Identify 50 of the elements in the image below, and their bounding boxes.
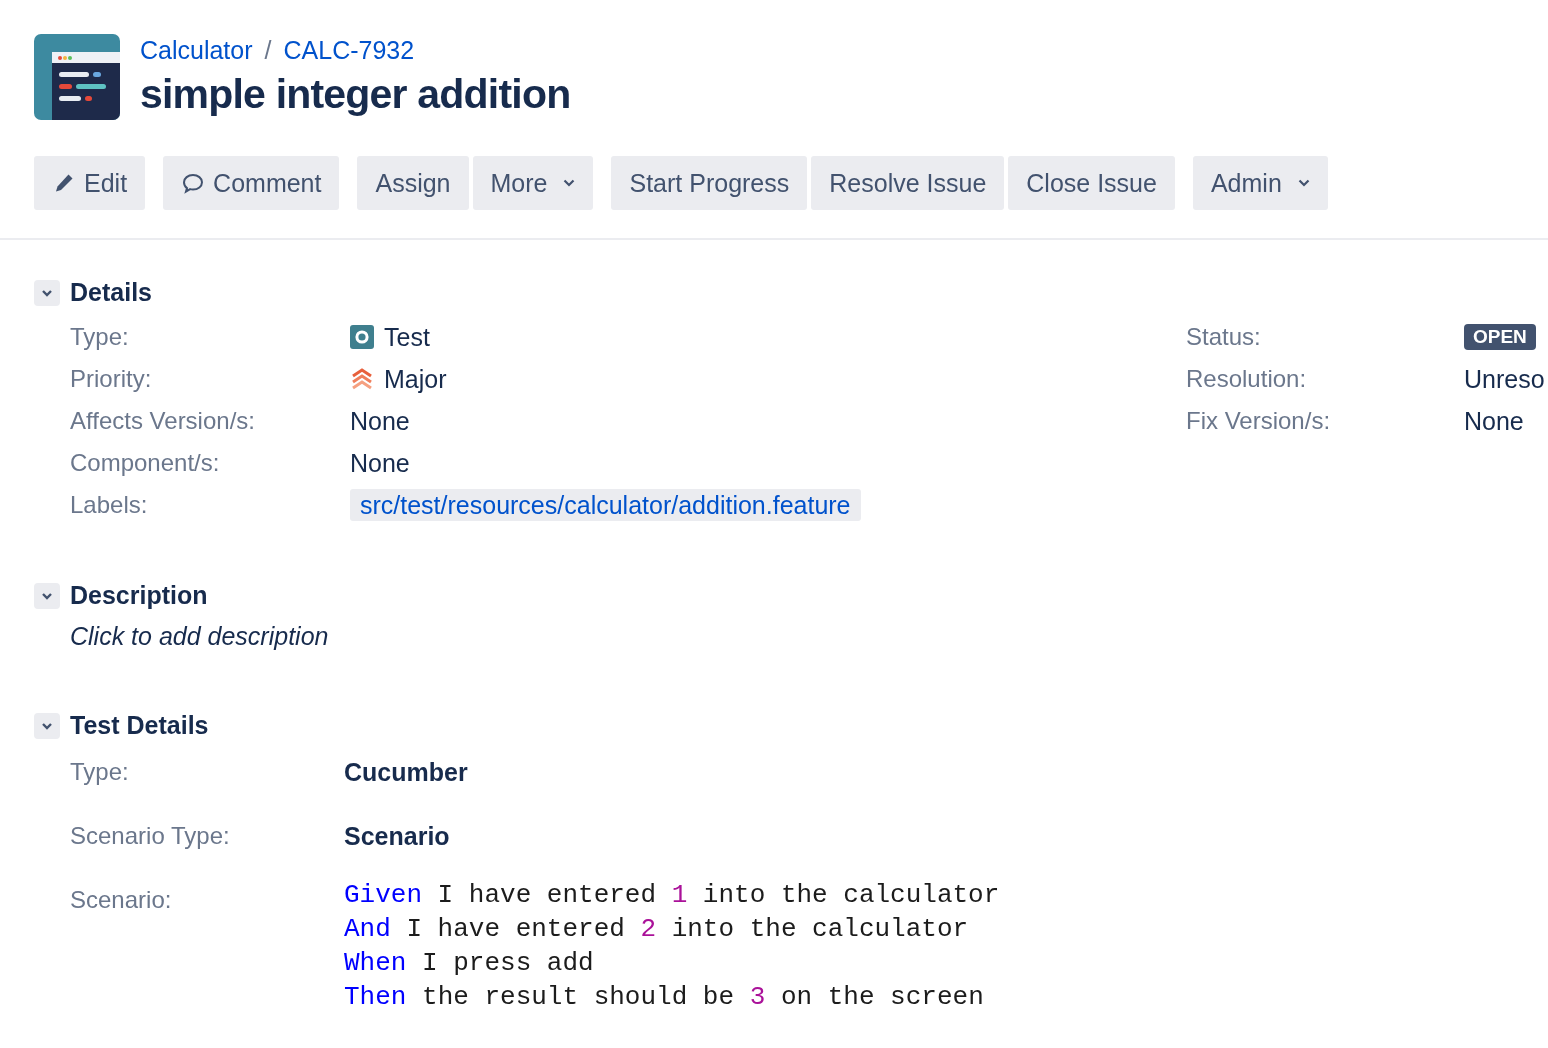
section-toggle[interactable] (34, 582, 60, 609)
section-toggle[interactable] (34, 279, 60, 306)
dropdown-button[interactable]: More (472, 156, 594, 210)
field-label: Component/s: (70, 448, 221, 478)
field-value: Major (384, 364, 447, 395)
field-label: Scenario Type: (70, 821, 231, 851)
breadcrumb-separator: / (264, 36, 272, 65)
field-value: None (1464, 406, 1524, 437)
priority-chevrons-icon (350, 367, 374, 391)
breadcrumb-link[interactable]: CALC-7932 (283, 36, 415, 65)
project-logo-icon (34, 34, 120, 120)
label-tag[interactable]: src/test/resources/calculator/addition.feature (350, 489, 861, 521)
field-value: None (350, 406, 410, 437)
field-label: Labels: (70, 490, 149, 520)
field-label: Type: (70, 757, 130, 787)
toolbar-button[interactable]: Edit (34, 156, 146, 210)
field-value: Scenario (344, 821, 451, 852)
comment-icon (181, 171, 206, 195)
section-toggle[interactable] (34, 712, 60, 739)
caret-icon (1297, 179, 1310, 187)
code-line: Then the result should be 3 on the screen (344, 981, 985, 1014)
field-value: None (350, 448, 410, 479)
section-heading: Details (70, 278, 152, 307)
toolbar-button[interactable]: Comment (163, 156, 340, 210)
section-heading: Test Details (70, 711, 209, 740)
test-type-icon (350, 325, 374, 349)
section-heading: Description (70, 581, 208, 610)
caret-icon (563, 179, 576, 187)
description-placeholder[interactable]: Click to add description (34, 622, 1514, 651)
field-label: Fix Version/s: (1186, 406, 1332, 436)
toolbar-button[interactable]: Start Progress (611, 156, 808, 210)
code-line: And I have entered 2 into the calculator (344, 913, 970, 946)
field-label: Affects Version/s: (70, 406, 256, 436)
code-line: When I press add (344, 947, 595, 980)
field-label: Priority: (70, 364, 153, 394)
field-label: Scenario: (70, 885, 173, 915)
field-value: Unreso (1464, 364, 1545, 395)
field-value: Test (384, 322, 430, 353)
toolbar-button[interactable]: Resolve Issue (811, 156, 1005, 210)
toolbar-button[interactable]: Close Issue (1008, 156, 1175, 210)
field-label: Resolution: (1186, 364, 1308, 394)
toolbar-button[interactable]: Assign (357, 156, 469, 210)
issue-title: simple integer addition (140, 71, 571, 118)
dropdown-button[interactable]: Admin (1192, 156, 1328, 210)
field-value: Cucumber (344, 757, 469, 788)
breadcrumb-link[interactable]: Calculator (140, 36, 253, 65)
field-label: Status: (1186, 322, 1262, 352)
field-label: Type: (70, 322, 130, 352)
code-line: Given I have entered 1 into the calculator (344, 879, 1001, 912)
status-lozenge: OPEN (1464, 324, 1536, 350)
